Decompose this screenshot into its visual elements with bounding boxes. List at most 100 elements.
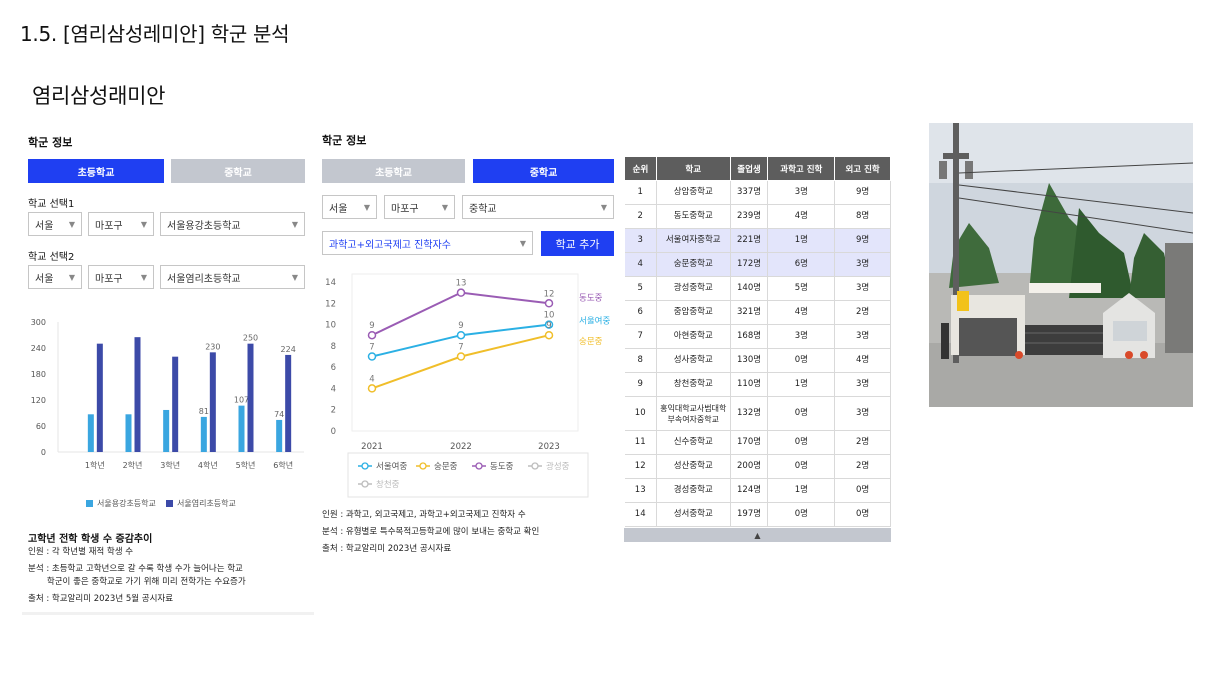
tab-elementary[interactable]: 초등학교 bbox=[28, 159, 164, 183]
elementary-note-1: 인원 : 각 학년별 재적 학생 수 bbox=[28, 547, 134, 557]
add-school-button[interactable]: 학교 추가 bbox=[541, 231, 614, 256]
point-data-label: 13 bbox=[456, 279, 467, 289]
middle-note-3: 출처 : 학교알리미 2023년 공시자료 bbox=[322, 544, 452, 554]
school-ranking-table: 순위 학교 졸업생 과학고 진학 외고 진학 1 상암중학교 337명 3명 9명 2 동도… bbox=[624, 156, 891, 527]
table-row: 14 성서중학교 197명 0명 0명 bbox=[624, 502, 891, 527]
select2-district[interactable]: 마포구 ▼ bbox=[88, 265, 154, 289]
select1-district[interactable]: 마포구 ▼ bbox=[88, 212, 154, 236]
table-scroll-button[interactable]: ▲ bbox=[624, 528, 891, 542]
point-data-label: 10 bbox=[544, 311, 555, 321]
tab-middle[interactable]: 중학교 bbox=[171, 159, 305, 183]
legend-box bbox=[347, 452, 589, 498]
legend-label[interactable]: 동도중 bbox=[490, 462, 514, 472]
x-tick-label: 2학년 bbox=[123, 460, 143, 470]
cell-foreign: 0명 bbox=[834, 478, 891, 503]
bar bbox=[285, 354, 292, 452]
cell-science: 1명 bbox=[767, 372, 836, 397]
cell-school: 홍익대학교사범대학부속여자중학교 bbox=[656, 396, 731, 431]
select2-district-value: 마포구 bbox=[95, 273, 123, 285]
data-point bbox=[367, 330, 377, 340]
school-select2-label: 학교 선택2 bbox=[28, 252, 75, 263]
bar-data-label: 224 bbox=[281, 345, 296, 354]
cell-graduates: 110명 bbox=[730, 372, 769, 397]
cell-foreign: 2명 bbox=[834, 454, 891, 479]
cell-school: 숭문중학교 bbox=[656, 252, 731, 277]
select2-city[interactable]: 서울 ▼ bbox=[28, 265, 82, 289]
y-tick-label: 4 bbox=[331, 384, 336, 394]
point-data-label: 7 bbox=[369, 343, 374, 353]
cell-science: 4명 bbox=[767, 300, 836, 325]
table-row: 12 성산중학교 200명 0명 2명 bbox=[624, 454, 891, 479]
cell-graduates: 321명 bbox=[730, 300, 769, 325]
cell-rank: 3 bbox=[624, 228, 657, 253]
cell-school: 아현중학교 bbox=[656, 324, 731, 349]
cell-science: 1명 bbox=[767, 228, 836, 253]
table-row: 10 홍익대학교사범대학부속여자중학교 132명 0명 3명 bbox=[624, 396, 891, 431]
select2-school[interactable]: 서울염리초등학교 ▼ bbox=[160, 265, 305, 289]
legend-label[interactable]: 창천중 bbox=[376, 479, 400, 490]
cell-graduates: 239명 bbox=[730, 204, 769, 229]
legend-marker bbox=[361, 462, 369, 470]
point-data-label: 9 bbox=[458, 321, 463, 331]
cell-foreign: 3명 bbox=[834, 396, 891, 431]
legend-label[interactable]: 서울여중 bbox=[376, 461, 407, 472]
section-title: 염리삼성래미안 bbox=[32, 84, 166, 108]
bar-data-label: 250 bbox=[243, 334, 258, 343]
chevron-down-icon: ▼ bbox=[291, 220, 298, 229]
data-point bbox=[544, 330, 554, 340]
cell-foreign: 9명 bbox=[834, 228, 891, 253]
cell-graduates: 170명 bbox=[730, 430, 769, 455]
middle-panel-title: 학군 정보 bbox=[322, 134, 367, 147]
cell-science: 0명 bbox=[767, 454, 836, 479]
x-tick-label: 2021 bbox=[361, 442, 383, 452]
cell-rank: 13 bbox=[624, 478, 657, 503]
x-tick-label: 3학년 bbox=[160, 460, 180, 470]
legend-swatch bbox=[86, 500, 93, 507]
y-tick-label: 8 bbox=[331, 342, 336, 352]
elementary-note-4: 출처 : 학교알리미 2023년 5월 공시자료 bbox=[28, 594, 174, 604]
bar-data-label: 74 bbox=[274, 410, 284, 419]
cell-rank: 12 bbox=[624, 454, 657, 479]
tab-middle-2[interactable]: 중학교 bbox=[473, 159, 614, 183]
advancement-line-chart: 024681012142021 2022 20237910서울여중479숭문중913… bbox=[325, 273, 610, 498]
metric-value: 과학고+외고국제고 진학자수 bbox=[329, 239, 451, 251]
middle-select-district[interactable]: 마포구 ▼ bbox=[384, 195, 455, 219]
chevron-down-icon: ▼ bbox=[68, 220, 75, 229]
tab-elementary-2[interactable]: 초등학교 bbox=[322, 159, 465, 183]
cell-school: 성산중학교 bbox=[656, 454, 731, 479]
bar bbox=[200, 416, 207, 452]
middle-select-school[interactable]: 중학교 ▼ bbox=[462, 195, 614, 219]
cell-science: 0명 bbox=[767, 396, 836, 431]
select1-city[interactable]: 서울 ▼ bbox=[28, 212, 82, 236]
select1-school[interactable]: 서울용강초등학교 ▼ bbox=[160, 212, 305, 236]
cell-science: 3명 bbox=[767, 324, 836, 349]
middle-note-1: 인원 : 과학고, 외고국제고, 과학고+외고국제고 진학자 수 bbox=[322, 510, 526, 520]
school-gate-photo bbox=[929, 123, 1193, 407]
point-data-label: 7 bbox=[458, 343, 463, 353]
bar bbox=[134, 337, 141, 452]
y-tick-label: 180 bbox=[31, 370, 46, 379]
table-row: 6 중암중학교 321명 4명 2명 bbox=[624, 300, 891, 325]
legend-marker bbox=[475, 462, 483, 470]
y-tick-label: 10 bbox=[325, 321, 336, 331]
point-data-label: 9 bbox=[369, 321, 374, 331]
point-data-label: 9 bbox=[546, 321, 551, 331]
legend-label[interactable]: 광성중 bbox=[546, 461, 570, 472]
table-row: 4 숭문중학교 172명 6명 3명 bbox=[624, 252, 891, 277]
cell-science: 1명 bbox=[767, 478, 836, 503]
cell-graduates: 197명 bbox=[730, 502, 769, 527]
bar bbox=[87, 414, 94, 452]
cell-rank: 9 bbox=[624, 372, 657, 397]
legend-label[interactable]: 숭문중 bbox=[434, 462, 458, 472]
cell-rank: 1 bbox=[624, 180, 657, 205]
table-row: 3 서울여자중학교 221명 1명 9명 bbox=[624, 228, 891, 253]
cell-science: 0명 bbox=[767, 348, 836, 373]
chevron-down-icon: ▼ bbox=[68, 273, 75, 282]
x-tick-label: 2023 bbox=[538, 442, 560, 452]
middle-select-city[interactable]: 서울 ▼ bbox=[322, 195, 377, 219]
cell-school: 동도중학교 bbox=[656, 204, 731, 229]
metric-select[interactable]: 과학고+외고국제고 진학자수 ▼ bbox=[322, 231, 533, 255]
cell-science: 5명 bbox=[767, 276, 836, 301]
cell-graduates: 172명 bbox=[730, 252, 769, 277]
table-row: 11 신수중학교 170명 0명 2명 bbox=[624, 430, 891, 455]
